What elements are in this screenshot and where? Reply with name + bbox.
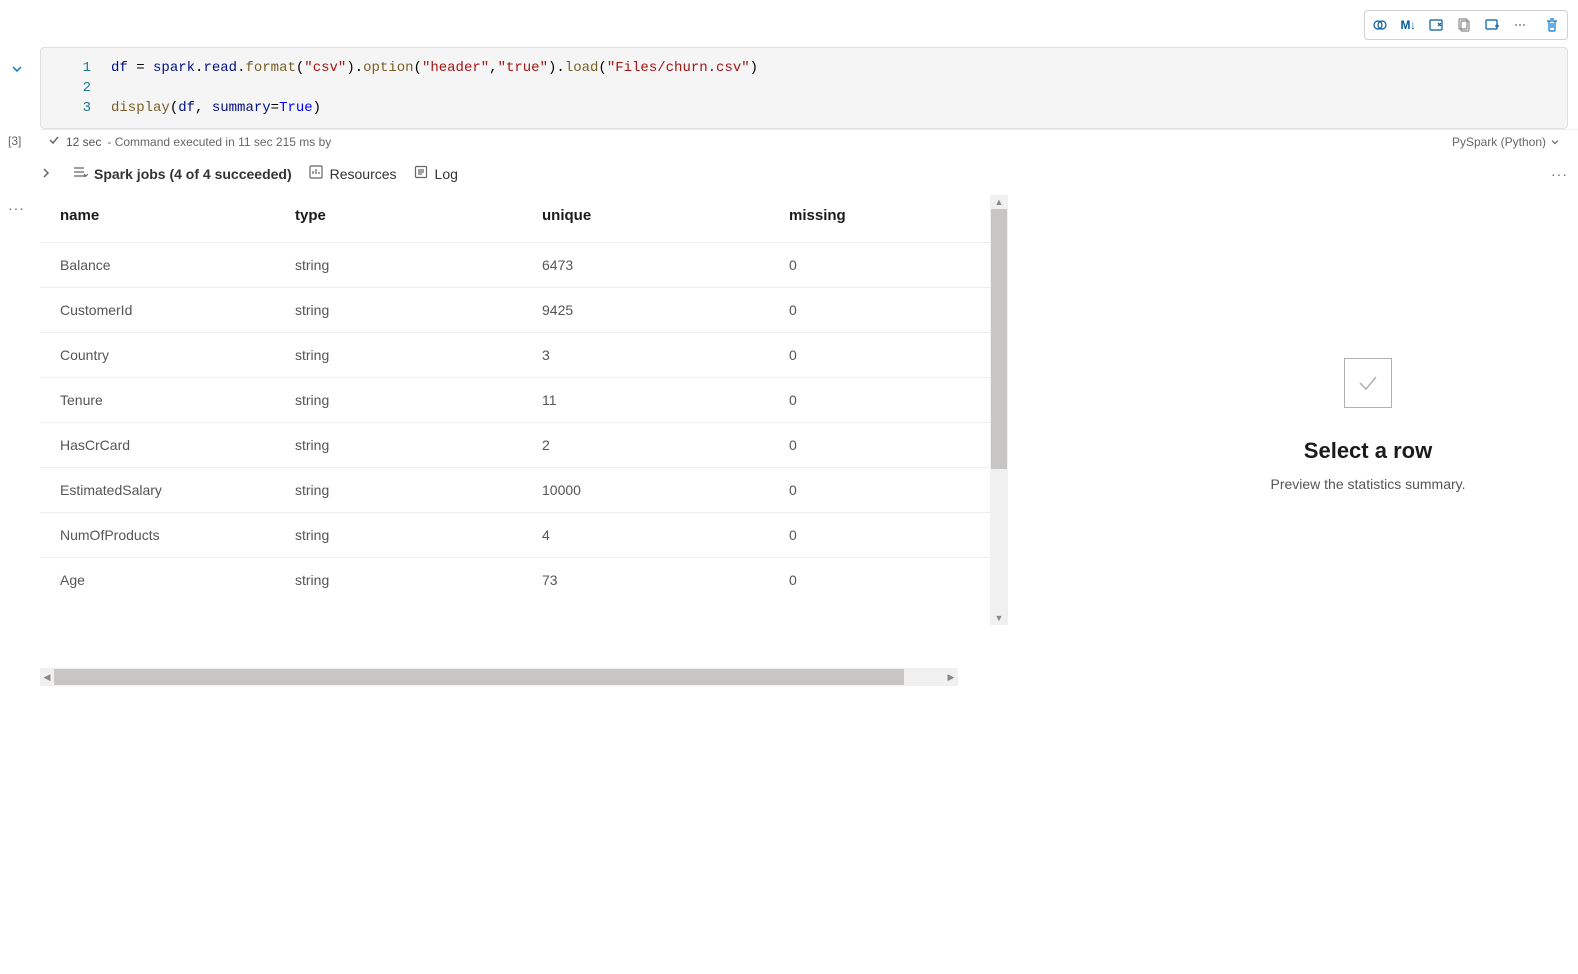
col-unique[interactable]: unique <box>534 195 781 243</box>
copilot-icon[interactable] <box>1367 13 1393 37</box>
execution-counter: [3] <box>0 134 40 148</box>
check-icon <box>1355 370 1381 396</box>
cell-missing: 0 <box>781 378 990 423</box>
cell-unique: 11 <box>534 378 781 423</box>
cell-name: Age <box>40 558 287 603</box>
cell-name: HasCrCard <box>40 423 287 468</box>
cell-name: Tenure <box>40 378 287 423</box>
preview-panel: Select a row Preview the statistics summ… <box>1168 195 1568 655</box>
preview-subtitle: Preview the statistics summary. <box>1270 476 1465 492</box>
line-gutter: 1 2 3 <box>41 58 111 118</box>
cell-name: Country <box>40 333 287 378</box>
convert-markdown-button[interactable]: M↓ <box>1395 13 1421 37</box>
cell-name: NumOfProducts <box>40 513 287 558</box>
check-icon <box>48 134 60 149</box>
delete-output-button[interactable] <box>1423 13 1449 37</box>
spark-jobs-button[interactable]: Spark jobs (4 of 4 succeeded) <box>72 164 292 183</box>
output-bar: Spark jobs (4 of 4 succeeded) Resources … <box>40 162 1568 185</box>
execution-bar: [3] 12 sec - Command executed in 11 sec … <box>0 125 1578 157</box>
table-row[interactable]: EstimatedSalarystring100000 <box>40 468 990 513</box>
cell-unique: 3 <box>534 333 781 378</box>
preview-title: Select a row <box>1304 438 1432 464</box>
collapse-cell-chevron[interactable] <box>10 62 24 81</box>
log-button[interactable]: Log <box>413 164 458 183</box>
log-icon <box>413 164 429 183</box>
cell-type: string <box>287 468 534 513</box>
table-row[interactable]: Balancestring64730 <box>40 243 990 288</box>
cell-type: string <box>287 243 534 288</box>
preview-empty-icon <box>1344 358 1392 408</box>
table-row[interactable]: Tenurestring110 <box>40 378 990 423</box>
cell-name: Balance <box>40 243 287 288</box>
code-area: 1 2 3 df = spark.read.format("csv").opti… <box>41 48 1567 128</box>
resources-button[interactable]: Resources <box>308 164 397 183</box>
cell-type: string <box>287 333 534 378</box>
cell-name: EstimatedSalary <box>40 468 287 513</box>
scroll-thumb-vertical[interactable] <box>991 209 1007 469</box>
cell-unique: 2 <box>534 423 781 468</box>
cell-missing: 0 <box>781 558 990 603</box>
exec-time: 12 sec <box>66 135 101 149</box>
chevron-down-icon <box>1550 137 1560 147</box>
cell-unique: 6473 <box>534 243 781 288</box>
cell-type: string <box>287 513 534 558</box>
cell-missing: 0 <box>781 333 990 378</box>
cell-missing: 0 <box>781 288 990 333</box>
cell-type: string <box>287 558 534 603</box>
col-missing[interactable]: missing <box>781 195 990 243</box>
insert-cell-button[interactable] <box>1479 13 1505 37</box>
cell-type: string <box>287 378 534 423</box>
table-row[interactable]: Countrystring30 <box>40 333 990 378</box>
delete-cell-button[interactable] <box>1539 13 1565 37</box>
cell-type: string <box>287 423 534 468</box>
vertical-scrollbar[interactable]: ▲ ▼ <box>990 195 1008 625</box>
resources-icon <box>308 164 324 183</box>
cell-missing: 0 <box>781 243 990 288</box>
table-row[interactable]: Agestring730 <box>40 558 990 603</box>
summary-table: name type unique missing Balancestring64… <box>40 195 990 602</box>
cell-toolbar: M↓ <box>1364 10 1568 40</box>
cell-unique: 73 <box>534 558 781 603</box>
col-type[interactable]: type <box>287 195 534 243</box>
summary-table-container: name type unique missing Balancestring64… <box>40 195 990 664</box>
table-row[interactable]: NumOfProductsstring40 <box>40 513 990 558</box>
table-scroll[interactable]: name type unique missing Balancestring64… <box>40 195 990 625</box>
cell-unique: 4 <box>534 513 781 558</box>
scroll-up-arrow[interactable]: ▲ <box>990 195 1008 209</box>
expand-output-chevron[interactable] <box>40 166 56 182</box>
spark-jobs-icon <box>72 164 88 183</box>
col-name[interactable]: name <box>40 195 287 243</box>
cell-name: CustomerId <box>40 288 287 333</box>
horizontal-scrollbar[interactable]: ◀ ▶ <box>40 668 958 686</box>
code-content[interactable]: df = spark.read.format("csv").option("he… <box>111 58 758 118</box>
output-more-button[interactable]: ··· <box>1551 166 1568 182</box>
execution-content: 12 sec - Command executed in 11 sec 215 … <box>40 129 1578 153</box>
table-row[interactable]: CustomerIdstring94250 <box>40 288 990 333</box>
scroll-down-arrow[interactable]: ▼ <box>990 611 1008 625</box>
code-cell[interactable]: 1 2 3 df = spark.read.format("csv").opti… <box>40 47 1568 129</box>
cell-unique: 10000 <box>534 468 781 513</box>
table-row[interactable]: HasCrCardstring20 <box>40 423 990 468</box>
cell-unique: 9425 <box>534 288 781 333</box>
cell-missing: 0 <box>781 513 990 558</box>
cell-type: string <box>287 288 534 333</box>
cell-output-menu[interactable]: ··· <box>8 200 25 216</box>
table-header-row: name type unique missing <box>40 195 990 243</box>
copy-cell-button[interactable] <box>1451 13 1477 37</box>
scroll-thumb-horizontal[interactable] <box>54 669 904 685</box>
exec-status: - Command executed in 11 sec 215 ms by <box>107 135 331 149</box>
cell-missing: 0 <box>781 423 990 468</box>
kernel-selector[interactable]: PySpark (Python) <box>1452 135 1570 149</box>
cell-missing: 0 <box>781 468 990 513</box>
scroll-left-arrow[interactable]: ◀ <box>40 668 54 686</box>
scroll-right-arrow[interactable]: ▶ <box>944 668 958 686</box>
more-actions-button[interactable] <box>1507 13 1533 37</box>
